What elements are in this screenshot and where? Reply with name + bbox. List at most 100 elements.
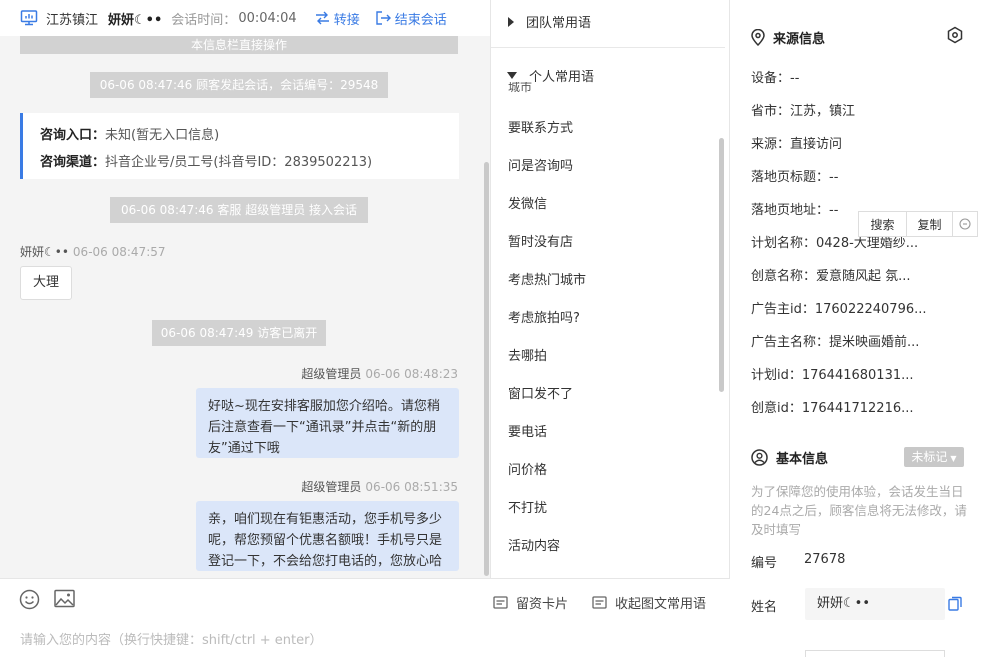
source-creative-id: 创意id：176441712216...	[751, 401, 914, 416]
agent-message-meta-2: 超级管理员 06-06 08:51:35	[301, 478, 458, 495]
message-scrollbar[interactable]	[484, 162, 489, 576]
monitor-icon	[20, 10, 38, 26]
system-message-clipped: 本信息栏直接操作	[20, 36, 458, 54]
caret-down-icon	[507, 72, 517, 79]
phrase-item[interactable]: 活动内容	[508, 535, 560, 554]
edit-notice: 为了保障您的使用体验，会话发生当日的24点之后，顾客信息将无法修改，请及时填写	[751, 484, 967, 537]
caret-down-icon: ▼	[950, 454, 957, 463]
message-composer: 留资卡片 收起图文常用语 请输入您的内容（换行快捷键：shift/ctrl + …	[0, 578, 730, 657]
system-message-session-start: 06-06 08:47:46 顾客发起会话，会话编号：29548	[90, 72, 388, 98]
phrase-scrollbar[interactable]	[719, 138, 724, 392]
customer-name: 妍妍☾••	[108, 12, 163, 28]
close-icon	[959, 218, 971, 230]
phrase-item[interactable]: 问是咨询吗	[508, 155, 573, 174]
phrase-item[interactable]: 问价格	[508, 459, 547, 478]
source-landing-title: 落地页标题：--	[751, 170, 839, 185]
agent-message-meta-1: 超级管理员 06-06 08:48:23	[301, 365, 458, 382]
inquiry-info-card: 咨询入口：未知(暂无入口信息) 咨询渠道：抖音企业号/员工号(抖音号ID：283…	[20, 113, 459, 179]
session-time: 00:04:04	[238, 10, 297, 26]
collapse-phrases-label: 收起图文常用语	[615, 597, 707, 612]
agent-message-time: 06-06 08:51:35	[365, 480, 458, 494]
agent-message-bubble: 亲，咱们现在有钜惠活动，您手机号多少呢，帮您预留个优惠名额哦！手机号只是登记一下…	[196, 501, 459, 571]
source-origin: 来源：直接访问	[751, 137, 843, 152]
emoji-icon[interactable]	[19, 589, 40, 610]
team-phrases-header[interactable]: 团队常用语	[507, 12, 591, 31]
close-circle-icon[interactable]	[953, 212, 977, 236]
phrase-item[interactable]: 考虑热门城市	[508, 269, 586, 288]
settings-icon[interactable]	[946, 26, 964, 44]
system-message-visitor-left: 06-06 08:47:49 访客已离开	[152, 320, 326, 346]
transfer-label: 转接	[333, 12, 360, 28]
basic-info-title: 基本信息	[776, 452, 829, 467]
phrase-item[interactable]: 去哪拍	[508, 345, 547, 364]
agent-name: 超级管理员	[301, 480, 362, 494]
url-action-popover: 搜索 复制	[858, 211, 978, 237]
mark-tag-dropdown[interactable]: 未标记 ▼	[904, 447, 964, 467]
session-time-label: 会话时间：	[171, 12, 237, 28]
phrase-item[interactable]: 考虑旅拍吗?	[508, 307, 580, 326]
phrase-item[interactable]: 暂时没有店	[508, 231, 573, 250]
agent-message-bubble: 好哒~现在安排客服加您介绍哈。请您稍后注意查看一下“通讯录”并点击“新的朋友”通…	[196, 388, 459, 458]
exit-icon	[376, 11, 391, 25]
phrase-list[interactable]: 城市 要联系方式 问是咨询吗 发微信 暂时没有店 考虑热门城市 考虑旅拍吗? 去…	[491, 82, 721, 578]
divider	[491, 47, 725, 48]
leave-card-button[interactable]: 留资卡片	[493, 593, 568, 612]
source-landing-url: 落地页地址：--	[751, 203, 839, 218]
phrase-item[interactable]: 城市	[508, 82, 532, 95]
visitor-message-time: 06-06 08:47:57	[72, 245, 166, 259]
phrase-item[interactable]: 不打扰	[508, 497, 547, 516]
source-creative-name: 创意名称：爱意随风起 氛...	[751, 269, 911, 284]
message-input[interactable]: 请输入您的内容（换行快捷键：shift/ctrl + enter）	[20, 629, 323, 648]
copy-icon[interactable]	[948, 596, 962, 611]
system-message-agent-join: 06-06 08:47:46 客服 超级管理员 接入会话	[110, 197, 368, 223]
chat-header: 江苏镇江 妍妍☾•• 会话时间： 00:04:04 转接 结束会话	[0, 0, 490, 36]
team-phrases-label: 团队常用语	[526, 16, 592, 31]
inquiry-entry-label: 咨询入口：	[40, 128, 106, 143]
source-province: 省市：江苏，镇江	[751, 104, 856, 119]
search-button[interactable]: 搜索	[859, 212, 907, 236]
visitor-name: 妍妍☾••	[20, 245, 69, 259]
collapse-phrases-button[interactable]: 收起图文常用语	[592, 593, 706, 612]
next-field[interactable]	[805, 650, 945, 657]
copy-button[interactable]: 复制	[907, 212, 953, 236]
phrase-item[interactable]: 要电话	[508, 421, 547, 440]
source-info-title: 来源信息	[773, 32, 826, 47]
transfer-icon	[315, 11, 329, 25]
message-icon	[592, 596, 607, 609]
end-session-button[interactable]: 结束会话	[376, 9, 447, 28]
location-pin-icon	[751, 29, 765, 46]
inquiry-channel-row: 咨询渠道：抖音企业号/员工号(抖音号ID：2839502213)	[40, 151, 372, 170]
source-advertiser-name: 广告主名称：提米映画婚前...	[751, 335, 920, 350]
inquiry-entry-value: 未知(暂无入口信息)	[105, 128, 220, 143]
source-info-header: 来源信息	[751, 28, 825, 47]
basic-info-header: 基本信息	[751, 448, 828, 467]
phrase-item[interactable]: 窗口发不了	[508, 383, 573, 402]
customer-name-field[interactable]: 妍妍☾••	[805, 588, 945, 620]
image-icon[interactable]	[54, 589, 75, 608]
agent-message-time: 06-06 08:48:23	[365, 367, 458, 381]
visitor-message-meta: 妍妍☾•• 06-06 08:47:57	[20, 243, 166, 260]
inquiry-channel-value: 抖音企业号/员工号(抖音号ID：2839502213)	[105, 155, 373, 170]
user-circle-icon	[751, 449, 768, 466]
chat-panel: 江苏镇江 妍妍☾•• 会话时间： 00:04:04 转接 结束会话 本信息栏直接…	[0, 0, 490, 657]
phrase-item[interactable]: 发微信	[508, 193, 547, 212]
card-icon	[493, 596, 508, 609]
end-session-label: 结束会话	[394, 12, 447, 28]
visitor-message-bubble: 大理	[20, 266, 72, 300]
transfer-button[interactable]: 转接	[315, 9, 360, 28]
customer-name-label: 姓名	[751, 600, 778, 615]
customer-info-panel: 来源信息 设备：-- 省市：江苏，镇江 来源：直接访问 落地页标题：-- 落地页…	[731, 0, 982, 657]
source-advertiser-id: 广告主id：176022240796...	[751, 302, 927, 317]
leave-card-label: 留资卡片	[516, 597, 569, 612]
message-list[interactable]: 本信息栏直接操作 06-06 08:47:46 顾客发起会话，会话编号：2954…	[0, 36, 490, 578]
caret-right-icon	[508, 16, 514, 27]
phrase-item[interactable]: 要联系方式	[508, 117, 573, 136]
source-device: 设备：--	[751, 71, 800, 86]
common-phrases-panel: 团队常用语 个人常用语 城市 要联系方式 问是咨询吗 发微信 暂时没有店 考虑热…	[490, 0, 730, 578]
inquiry-channel-label: 咨询渠道：	[40, 155, 106, 170]
mark-tag-label: 未标记	[911, 450, 948, 464]
source-plan-id: 计划id：176441680131...	[751, 368, 914, 383]
customer-id-value: 27678	[804, 552, 846, 567]
customer-location: 江苏镇江	[46, 12, 99, 28]
inquiry-entry-row: 咨询入口：未知(暂无入口信息)	[40, 124, 219, 143]
